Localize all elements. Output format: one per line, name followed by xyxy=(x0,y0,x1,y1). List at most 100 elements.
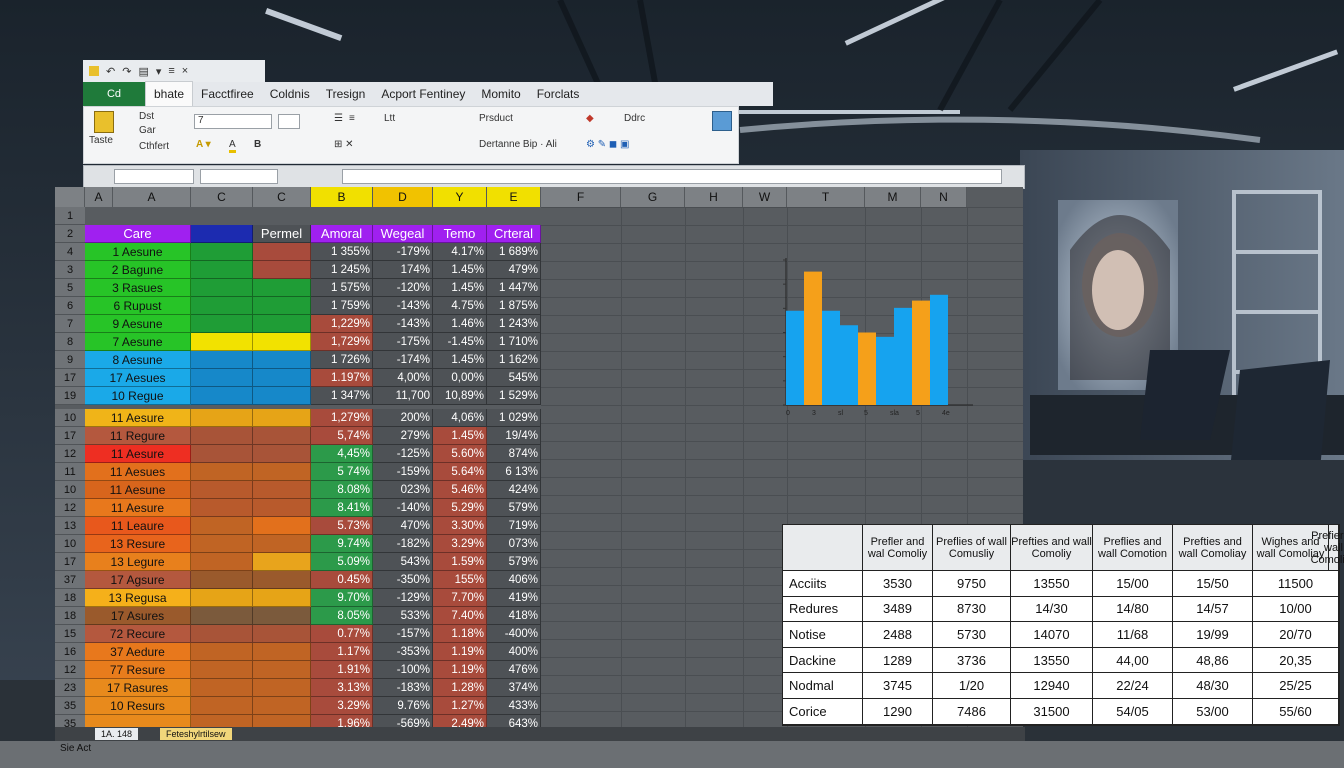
column-header[interactable]: Y xyxy=(433,187,487,207)
value-cell-b[interactable]: 8.08% xyxy=(311,481,373,499)
row-header[interactable]: 17 xyxy=(55,553,85,571)
value-cell-y[interactable]: 4,06% xyxy=(433,409,487,427)
row-header[interactable]: 2 xyxy=(55,225,85,243)
header-permel[interactable]: Permel xyxy=(253,225,311,243)
font-name-select[interactable]: 7 xyxy=(194,114,272,129)
value-cell-d[interactable]: -120% xyxy=(373,279,433,297)
column-header[interactable]: W xyxy=(743,187,787,207)
value-cell-b[interactable]: 1.197% xyxy=(311,369,373,387)
value-cell-e[interactable]: 1 875% xyxy=(487,297,541,315)
color-cell[interactable] xyxy=(191,261,253,279)
value-cell-b[interactable]: 1 726% xyxy=(311,351,373,369)
value-cell-d[interactable]: 533% xyxy=(373,607,433,625)
value-cell-b[interactable]: 5.73% xyxy=(311,517,373,535)
row-name-cell[interactable]: 13 Regusa xyxy=(85,589,191,607)
row-header[interactable]: 10 xyxy=(55,535,85,553)
value-cell-b[interactable]: 5.09% xyxy=(311,553,373,571)
header-care[interactable]: Care xyxy=(85,225,191,243)
value-cell-e[interactable]: 643% xyxy=(487,715,541,727)
column-header[interactable]: F xyxy=(541,187,621,207)
value-cell-e[interactable]: 6 13% xyxy=(487,463,541,481)
value-cell-d[interactable]: -125% xyxy=(373,445,433,463)
color-cell[interactable] xyxy=(191,279,253,297)
value-cell-b[interactable]: 1 347% xyxy=(311,387,373,405)
value-cell-y[interactable]: 4.17% xyxy=(433,243,487,261)
paste-icon[interactable] xyxy=(94,111,114,133)
product-button[interactable]: Prsduct xyxy=(479,113,513,124)
color-cell[interactable] xyxy=(253,445,311,463)
color-cell[interactable] xyxy=(191,481,253,499)
column-header[interactable]: H xyxy=(685,187,743,207)
row-name-cell[interactable]: 6 Rupust xyxy=(85,297,191,315)
color-cell[interactable] xyxy=(253,351,311,369)
value-cell-e[interactable]: 419% xyxy=(487,589,541,607)
formula-input[interactable] xyxy=(342,169,1002,184)
color-cell[interactable] xyxy=(191,369,253,387)
color-cell[interactable] xyxy=(253,661,311,679)
value-cell-e[interactable]: 1 710% xyxy=(487,333,541,351)
color-cell[interactable] xyxy=(253,571,311,589)
color-cell[interactable] xyxy=(191,445,253,463)
value-cell-d[interactable]: 200% xyxy=(373,409,433,427)
sheet-tab-1[interactable]: 1A. 148 xyxy=(95,728,139,740)
row-name-cell[interactable] xyxy=(85,715,191,727)
row-name-cell[interactable]: 77 Resure xyxy=(85,661,191,679)
color-cell[interactable] xyxy=(253,553,311,571)
value-cell-b[interactable]: 3.13% xyxy=(311,679,373,697)
value-cell-b[interactable]: 1.17% xyxy=(311,643,373,661)
column-header[interactable]: G xyxy=(621,187,685,207)
color-cell[interactable] xyxy=(253,697,311,715)
value-cell-e[interactable]: 1 243% xyxy=(487,315,541,333)
value-cell-y[interactable]: 5.60% xyxy=(433,445,487,463)
value-cell-d[interactable]: -350% xyxy=(373,571,433,589)
row-header[interactable]: 18 xyxy=(55,589,85,607)
value-cell-d[interactable]: -174% xyxy=(373,351,433,369)
tab-formulas[interactable]: Tresign xyxy=(318,82,374,106)
row-header[interactable]: 19 xyxy=(55,387,85,405)
value-cell-e[interactable]: 19/4% xyxy=(487,427,541,445)
row-header[interactable]: 10 xyxy=(55,409,85,427)
column-header[interactable]: B xyxy=(311,187,373,207)
value-cell-e[interactable]: 874% xyxy=(487,445,541,463)
value-cell-e[interactable]: 1 529% xyxy=(487,387,541,405)
row-name-cell[interactable]: 13 Resure xyxy=(85,535,191,553)
row-header[interactable]: 18 xyxy=(55,607,85,625)
value-cell-y[interactable]: 0,00% xyxy=(433,369,487,387)
value-cell-y[interactable]: 4.75% xyxy=(433,297,487,315)
tab-home[interactable]: bhate xyxy=(145,81,194,106)
value-cell-y[interactable]: 1.19% xyxy=(433,661,487,679)
value-cell-b[interactable]: 9.70% xyxy=(311,589,373,607)
sheet-tab-2[interactable]: Feteshylrtilsew xyxy=(160,728,232,740)
value-cell-b[interactable]: 5,74% xyxy=(311,427,373,445)
column-header[interactable]: C xyxy=(191,187,253,207)
value-cell-b[interactable]: 1.96% xyxy=(311,715,373,727)
value-cell-e[interactable]: 1 029% xyxy=(487,409,541,427)
value-cell-y[interactable]: 3.29% xyxy=(433,535,487,553)
value-cell-e[interactable]: 1 447% xyxy=(487,279,541,297)
color-cell[interactable] xyxy=(253,279,311,297)
color-cell[interactable] xyxy=(253,517,311,535)
row-header[interactable]: 12 xyxy=(55,499,85,517)
value-cell-e[interactable]: 424% xyxy=(487,481,541,499)
row-header[interactable]: 6 xyxy=(55,297,85,315)
row-header[interactable]: 10 xyxy=(55,481,85,499)
print-icon[interactable]: ▤ xyxy=(138,65,148,78)
color-cell[interactable] xyxy=(191,351,253,369)
undo-icon[interactable]: ↶ xyxy=(106,65,115,78)
value-cell-y[interactable]: 1.28% xyxy=(433,679,487,697)
header-temo[interactable]: Temo xyxy=(433,225,487,243)
value-cell-e[interactable]: 400% xyxy=(487,643,541,661)
value-cell-d[interactable]: 470% xyxy=(373,517,433,535)
color-cell[interactable] xyxy=(253,679,311,697)
color-cell[interactable] xyxy=(191,243,253,261)
wrap-text-button[interactable]: Ltt xyxy=(384,113,395,124)
value-cell-d[interactable]: -183% xyxy=(373,679,433,697)
row-name-cell[interactable]: 17 Aesues xyxy=(85,369,191,387)
color-cell[interactable] xyxy=(191,553,253,571)
customize-icon[interactable]: ▾ xyxy=(156,65,162,78)
row-name-cell[interactable]: 3 Rasues xyxy=(85,279,191,297)
tab-review[interactable]: Momito xyxy=(473,82,528,106)
row-name-cell[interactable]: 10 Regue xyxy=(85,387,191,405)
value-cell-b[interactable]: 1 575% xyxy=(311,279,373,297)
color-cell[interactable] xyxy=(191,387,253,405)
